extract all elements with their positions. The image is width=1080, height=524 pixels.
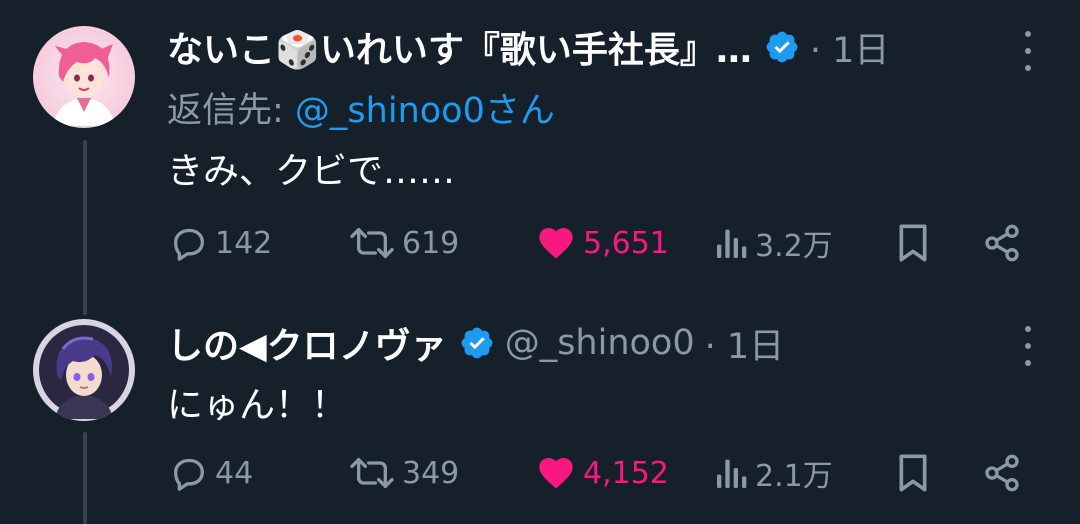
reply-button[interactable]: 142	[169, 218, 272, 268]
more-icon[interactable]	[1018, 31, 1038, 71]
views-icon	[717, 229, 747, 258]
tweet-actions: 142 619 5,651 3.2万	[0, 218, 1080, 268]
share-button[interactable]	[982, 448, 1022, 498]
verified-badge-icon	[461, 327, 493, 359]
display-name[interactable]: しの◀クロノヴァ	[167, 317, 447, 369]
bookmark-icon	[899, 224, 927, 262]
retweet-button[interactable]: 349	[348, 448, 459, 498]
tweet-1[interactable]: ないこ🎲いれいす『歌い手社長』… · 1日 返信先: @_shinoo0さん き…	[0, 0, 1080, 300]
share-button[interactable]	[982, 218, 1022, 268]
more-icon[interactable]	[1018, 326, 1038, 366]
views-button[interactable]: 2.1万	[715, 448, 833, 498]
verified-badge-icon	[766, 31, 798, 63]
bookmark-icon	[899, 454, 927, 492]
like-count: 5,651	[583, 225, 669, 261]
like-button[interactable]: 4,152	[535, 448, 669, 498]
avatar-pink-hair-image	[33, 26, 135, 128]
share-icon	[985, 454, 1019, 492]
reply-to-handle[interactable]: @_shinoo0	[295, 91, 485, 131]
reply-to-prefix: 返信先:	[167, 91, 295, 131]
retweet-count: 619	[402, 225, 460, 261]
reply-icon	[174, 228, 204, 261]
tweet-time[interactable]: · 1日	[810, 22, 890, 73]
reply-count: 142	[215, 225, 273, 261]
avatar[interactable]	[33, 26, 135, 128]
like-icon	[539, 458, 573, 489]
tweet-header: ないこ🎲いれいす『歌い手社長』… · 1日	[167, 21, 890, 73]
bookmark-button[interactable]	[895, 448, 931, 498]
reply-count: 44	[215, 455, 254, 491]
tweet-time[interactable]: · 1日	[705, 318, 785, 369]
views-icon	[717, 459, 747, 488]
like-button[interactable]: 5,651	[535, 218, 669, 268]
share-icon	[985, 224, 1019, 262]
like-icon	[539, 228, 573, 259]
bookmark-button[interactable]	[895, 218, 931, 268]
tweet-actions: 44 349 4,152 2.1万	[0, 448, 1080, 498]
tweet-text: にゅん！！	[167, 385, 348, 426]
reply-to-line: 返信先: @_shinoo0さん	[167, 82, 555, 133]
tweet-2[interactable]: しの◀クロノヴァ @_shinoo0 · 1日 にゅん！！ 44 349 4,1…	[0, 300, 1080, 524]
avatar-dark-hair-image	[33, 319, 135, 421]
like-count: 4,152	[583, 455, 669, 491]
views-count: 2.1万	[755, 459, 833, 494]
user-handle[interactable]: @_shinoo0	[505, 323, 695, 363]
retweet-icon	[350, 458, 394, 488]
tweet-text: きみ、クビで……	[167, 151, 456, 192]
views-button[interactable]: 3.2万	[715, 218, 833, 268]
tweet-header: しの◀クロノヴァ @_shinoo0 · 1日	[167, 317, 785, 369]
reply-icon	[174, 458, 204, 491]
reply-to-suffix: さん	[484, 91, 555, 131]
retweet-button[interactable]: 619	[348, 218, 459, 268]
retweet-count: 349	[402, 455, 460, 491]
retweet-icon	[350, 228, 394, 258]
display-name[interactable]: ないこ🎲いれいす『歌い手社長』…	[167, 21, 752, 73]
avatar[interactable]	[33, 319, 135, 421]
reply-button[interactable]: 44	[169, 448, 253, 498]
views-count: 3.2万	[755, 229, 833, 264]
